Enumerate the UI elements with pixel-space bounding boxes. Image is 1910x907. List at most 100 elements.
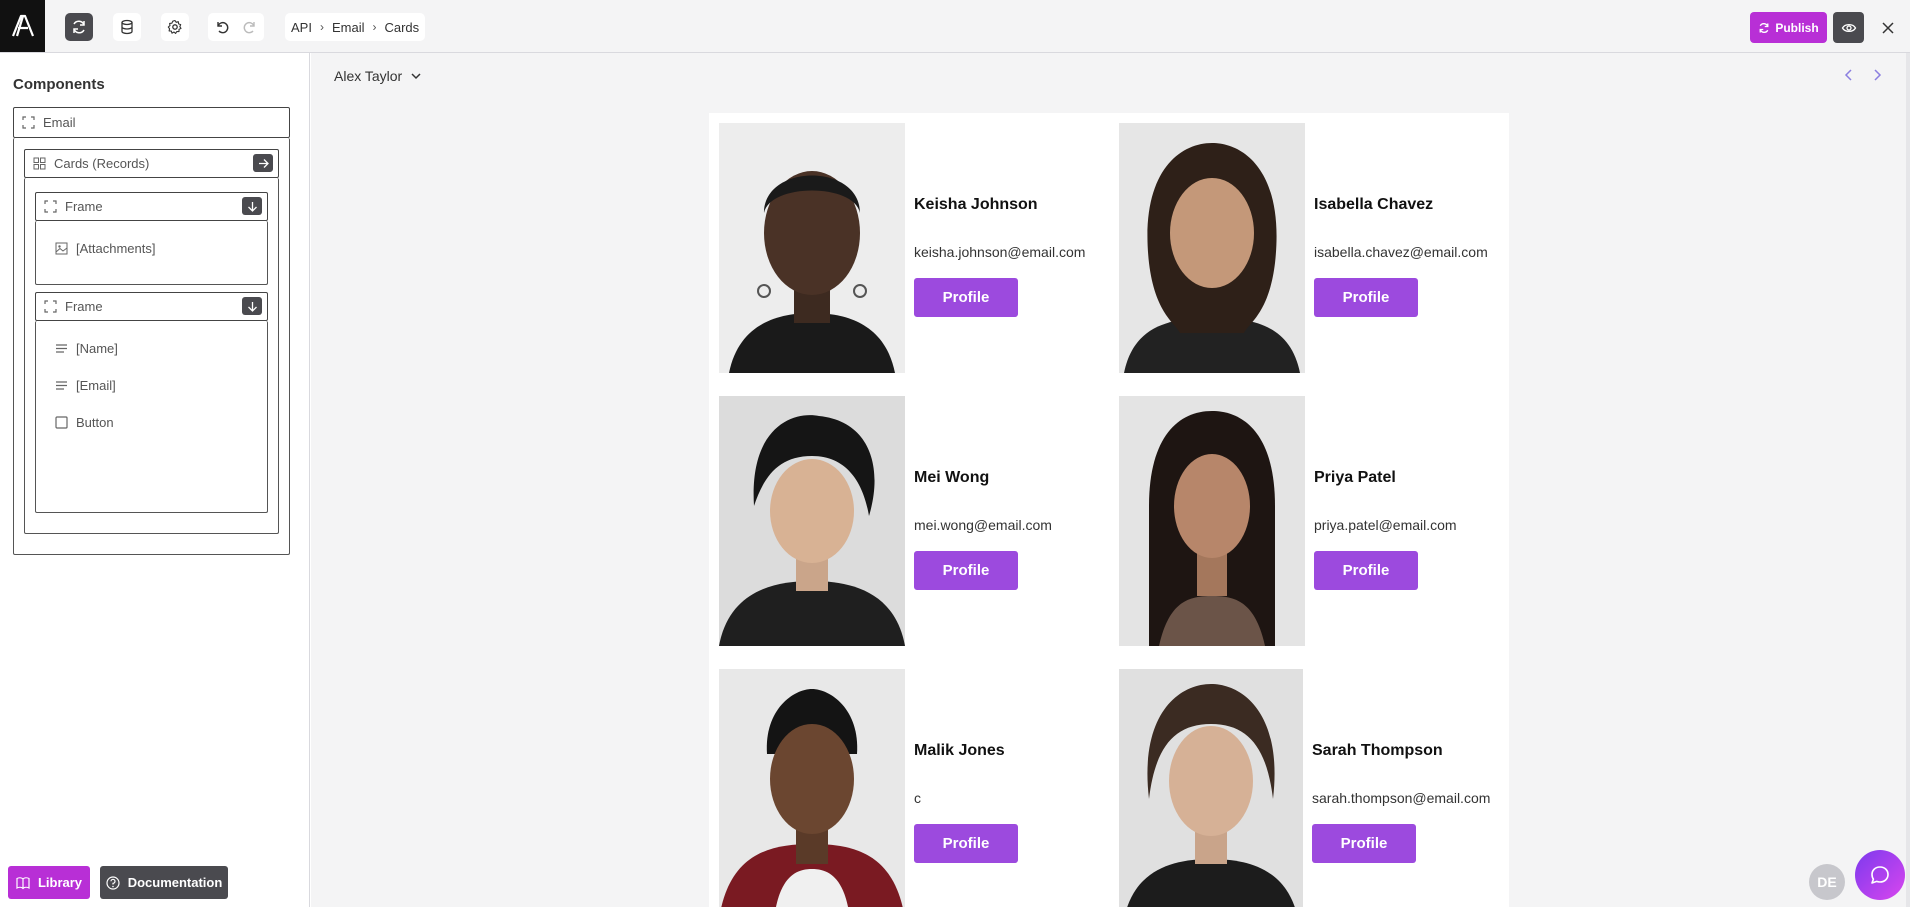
grid-icon (33, 157, 46, 170)
close-button[interactable] (1874, 14, 1902, 42)
person-photo (1119, 123, 1305, 373)
cards-expand-button[interactable] (253, 154, 273, 172)
card-email: mei.wong@email.com (914, 517, 1052, 533)
tree-label-frame: Frame (65, 299, 103, 314)
breadcrumb-item-api[interactable]: API (291, 20, 312, 35)
profile-button[interactable]: Profile (914, 551, 1018, 590)
settings-button[interactable] (161, 13, 189, 41)
card-name: Sarah Thompson (1312, 742, 1443, 759)
book-icon (16, 876, 30, 889)
preview-button[interactable] (1833, 12, 1864, 43)
close-icon (1882, 22, 1894, 34)
profile-button[interactable]: Profile (1314, 278, 1418, 317)
card-name: Mei Wong (914, 469, 990, 486)
card-name: Keisha Johnson (914, 196, 1038, 213)
frame-icon (44, 300, 57, 313)
eye-icon (1841, 23, 1856, 32)
frame-1-down-button[interactable] (242, 197, 262, 215)
sidebar-title: Components (13, 76, 105, 93)
tree-node-email[interactable]: Email (13, 107, 290, 138)
logo-icon (11, 14, 34, 37)
checkbox-icon (55, 416, 68, 429)
breadcrumb-item-cards[interactable]: Cards (384, 20, 419, 35)
record-navigation (1843, 68, 1883, 82)
text-lines-icon (56, 381, 67, 390)
user-name: Alex Taylor (334, 68, 403, 84)
gear-icon (167, 19, 182, 34)
profile-button[interactable]: Profile (914, 824, 1018, 863)
card-name: Malik Jones (914, 742, 1005, 759)
help-circle-icon (106, 875, 120, 890)
arrow-down-icon (247, 301, 257, 312)
library-button[interactable]: Library (8, 866, 90, 899)
chat-bubble-icon (1871, 866, 1889, 884)
tree-label-cards: Cards (Records) (54, 156, 150, 171)
profile-button[interactable]: Profile (914, 278, 1018, 317)
publish-label: Publish (1775, 20, 1819, 35)
redo-button[interactable] (236, 13, 264, 41)
avatar[interactable]: DE (1809, 864, 1845, 900)
tree-label-attachments: [Attachments] (76, 241, 156, 256)
frame-icon (22, 116, 35, 129)
refresh-icon (73, 20, 85, 34)
tree-label-button: Button (76, 415, 114, 430)
person-card: Keisha Johnson keisha.johnson@email.com … (719, 123, 1109, 375)
chevron-left-icon[interactable] (1843, 68, 1855, 82)
tree-node-button[interactable]: Button (55, 415, 114, 430)
person-photo (719, 123, 905, 373)
person-photo (719, 669, 905, 907)
profile-button[interactable]: Profile (1314, 551, 1418, 590)
app-logo[interactable] (0, 0, 45, 52)
tree-label-frame: Frame (65, 199, 103, 214)
undo-button[interactable] (208, 13, 236, 41)
text-lines-icon (56, 344, 67, 353)
tree-label-email-field: [Email] (76, 378, 116, 393)
history-controls (208, 13, 264, 41)
documentation-button[interactable]: Documentation (100, 866, 228, 899)
person-card: Malik Jones c Profile (719, 669, 1109, 907)
tree-node-name[interactable]: [Name] (55, 341, 118, 356)
card-email: priya.patel@email.com (1314, 517, 1457, 533)
person-card: Isabella Chavez isabella.chavez@email.co… (1119, 123, 1509, 375)
card-email: c (914, 790, 921, 806)
breadcrumb: API › Email › Cards (285, 13, 426, 41)
arrow-right-icon (258, 158, 269, 168)
redo-icon (243, 21, 255, 34)
card-name: Isabella Chavez (1314, 196, 1434, 213)
profile-button[interactable]: Profile (1312, 824, 1416, 863)
person-card: Sarah Thompson sarah.thompson@email.com … (1119, 669, 1509, 907)
person-photo (1119, 396, 1305, 646)
cards-panel: Keisha Johnson keisha.johnson@email.com … (709, 113, 1509, 907)
undo-icon (217, 21, 229, 34)
top-toolbar: API › Email › Cards Publish (0, 0, 1910, 53)
card-email: isabella.chavez@email.com (1314, 244, 1488, 260)
frame-2-down-button[interactable] (242, 297, 262, 315)
database-icon (121, 19, 133, 35)
chat-button[interactable] (1855, 850, 1905, 900)
arrow-down-icon (247, 201, 257, 212)
sync-button[interactable] (65, 13, 93, 41)
tree-node-frame-2[interactable]: Frame (35, 292, 268, 321)
tree-label-name: [Name] (76, 341, 118, 356)
image-icon (55, 242, 68, 255)
card-name: Priya Patel (1314, 469, 1396, 486)
chevron-right-icon[interactable] (1871, 68, 1883, 82)
tree-node-attachments[interactable]: [Attachments] (55, 241, 155, 256)
card-email: keisha.johnson@email.com (914, 244, 1086, 260)
refresh-icon (1759, 22, 1769, 33)
breadcrumb-item-email[interactable]: Email (332, 20, 365, 35)
user-selector[interactable]: Alex Taylor (334, 68, 422, 84)
publish-button[interactable]: Publish (1750, 12, 1827, 43)
components-sidebar: Components Email Cards (Records) Frame [… (0, 53, 310, 907)
tree-node-frame-1[interactable]: Frame (35, 192, 268, 221)
database-button[interactable] (113, 13, 141, 41)
chevron-down-icon (411, 73, 421, 80)
person-photo (1119, 669, 1303, 907)
person-photo (719, 396, 905, 646)
tree-node-email-field[interactable]: [Email] (55, 378, 116, 393)
tree-node-cards[interactable]: Cards (Records) (24, 149, 279, 178)
person-card: Mei Wong mei.wong@email.com Profile (719, 396, 1109, 648)
page-scrollbar[interactable] (1906, 53, 1910, 907)
chevron-right-icon: › (372, 20, 377, 34)
frame-icon (44, 200, 57, 213)
